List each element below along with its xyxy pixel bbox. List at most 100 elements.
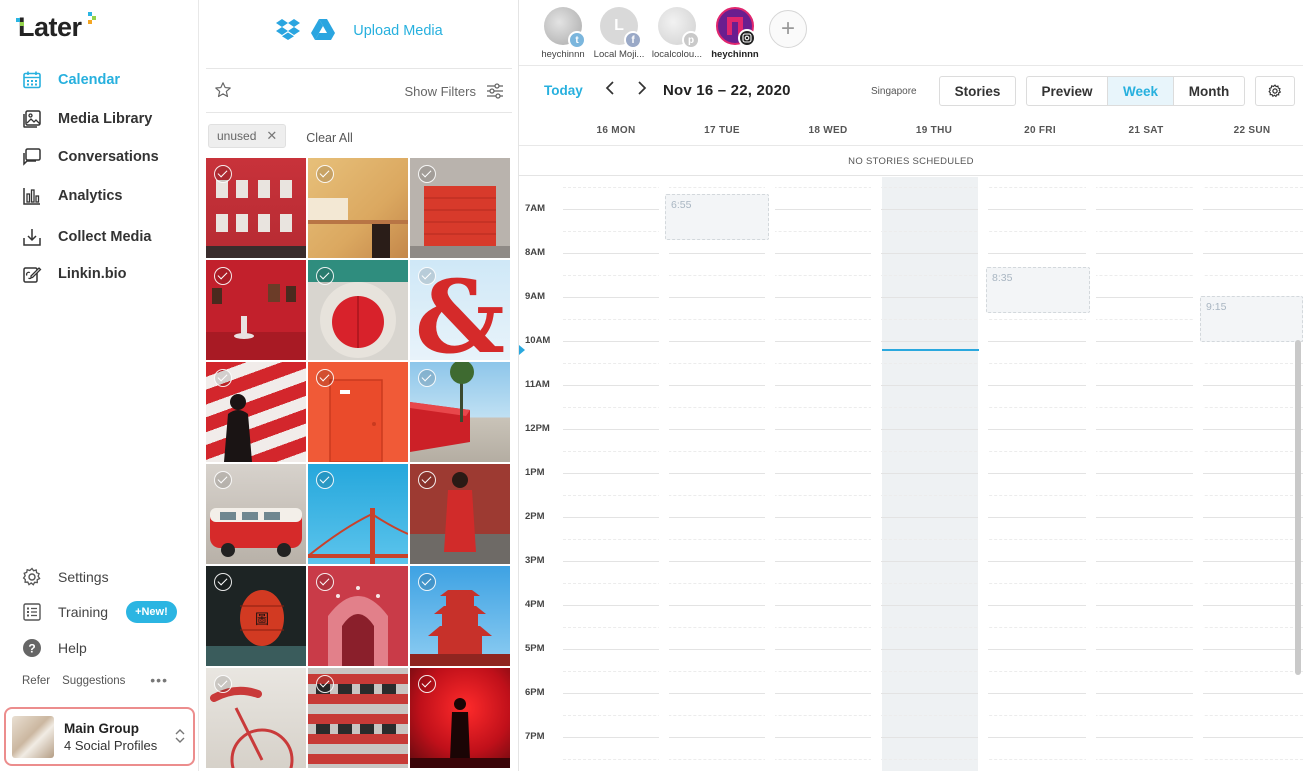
half-hour-line (563, 671, 1303, 672)
media-tile[interactable] (308, 260, 408, 360)
view-week-button[interactable]: Week (1107, 76, 1174, 106)
later-logo[interactable]: Later (16, 12, 96, 42)
sliders-icon[interactable] (486, 82, 504, 105)
image-icon (21, 108, 43, 130)
hour-label: 4PM (525, 599, 545, 610)
group-thumbnail (12, 715, 54, 758)
media-tile[interactable]: & (410, 260, 510, 360)
media-tile[interactable]: 圖 (206, 566, 306, 666)
clear-all-button[interactable]: Clear All (306, 131, 353, 145)
media-tile[interactable] (206, 260, 306, 360)
avatar: t (544, 7, 586, 49)
active-filters: unused ✕ Clear All (208, 124, 353, 148)
select-checkbox[interactable] (214, 471, 232, 489)
media-tile[interactable] (308, 158, 408, 258)
chevron-left-icon[interactable] (605, 80, 615, 101)
sidebar-item-help[interactable]: ? Help (21, 635, 87, 661)
select-checkbox[interactable] (418, 165, 436, 183)
svg-text:?: ? (28, 642, 35, 656)
calendar-settings-button[interactable] (1255, 76, 1295, 106)
half-hour-line (563, 759, 1303, 760)
media-tile[interactable] (206, 158, 306, 258)
media-tile[interactable] (308, 464, 408, 564)
sidebar-item-linkin-bio[interactable]: Linkin.bio (21, 261, 126, 287)
select-checkbox[interactable] (316, 675, 334, 693)
upload-media-button[interactable]: Upload Media (353, 23, 442, 39)
sidebar-item-training[interactable]: Training +New! (21, 599, 177, 625)
logo-pixels-left-icon (16, 18, 24, 26)
scheduled-slot[interactable]: 6:55 (665, 194, 769, 240)
add-profile-button[interactable]: + (769, 10, 807, 48)
dropbox-icon[interactable] (275, 18, 301, 45)
media-tile[interactable] (206, 464, 306, 564)
more-options-icon[interactable]: ••• (150, 672, 168, 688)
select-checkbox[interactable] (418, 675, 436, 693)
select-checkbox[interactable] (418, 573, 436, 591)
scrollbar[interactable] (1295, 340, 1301, 675)
select-checkbox[interactable] (418, 267, 436, 285)
select-checkbox[interactable] (316, 165, 334, 183)
select-checkbox[interactable] (214, 267, 232, 285)
sidebar-item-label: Media Library (58, 111, 153, 127)
media-tile[interactable] (410, 362, 510, 462)
star-icon[interactable] (214, 81, 232, 104)
hour-line (563, 737, 1303, 738)
half-hour-line (563, 583, 1303, 584)
scheduled-slot[interactable]: 9:15 (1200, 296, 1303, 342)
refer-link[interactable]: Refer (22, 675, 50, 687)
hour-label: 7PM (525, 731, 545, 742)
day-header: 17 TUE (704, 125, 740, 136)
filter-tag-label: unused (217, 129, 257, 143)
instagram-icon (738, 29, 756, 47)
stories-button[interactable]: Stories (939, 76, 1016, 106)
half-hour-line (563, 407, 1303, 408)
sidebar-item-label: Analytics (58, 188, 123, 204)
view-month-button[interactable]: Month (1173, 76, 1245, 106)
timezone-label[interactable]: Singapore (871, 86, 917, 97)
media-tile[interactable] (206, 362, 306, 462)
select-checkbox[interactable] (214, 165, 232, 183)
media-tile[interactable] (308, 362, 408, 462)
sidebar-item-settings[interactable]: Settings (21, 564, 109, 590)
select-checkbox[interactable] (316, 369, 334, 387)
profile-twitter[interactable]: t heychinnn (533, 7, 593, 60)
sidebar-item-analytics[interactable]: Analytics (21, 183, 122, 209)
select-checkbox[interactable] (214, 573, 232, 591)
select-checkbox[interactable] (316, 267, 334, 285)
media-tile[interactable] (410, 566, 510, 666)
sidebar-item-media-library[interactable]: Media Library (21, 106, 152, 132)
week-grid[interactable]: 7AM 8AM 9AM 10AM 11AM 12PM 1PM 2PM 3PM 4PM 5PM 6PM 7… (519, 177, 1303, 771)
select-checkbox[interactable] (214, 675, 232, 693)
select-checkbox[interactable] (418, 369, 436, 387)
scheduled-slot[interactable]: 8:35 (986, 267, 1090, 313)
select-checkbox[interactable] (316, 471, 334, 489)
suggestions-link[interactable]: Suggestions (62, 675, 125, 687)
profile-pinterest[interactable]: p localcolou... (647, 7, 707, 60)
profile-name: heychinnn (541, 49, 585, 60)
select-checkbox[interactable] (214, 369, 232, 387)
google-drive-icon[interactable] (311, 18, 336, 45)
bar-chart-icon (21, 185, 43, 207)
sidebar-item-collect-media[interactable]: Collect Media (21, 224, 151, 250)
media-tile[interactable] (410, 668, 510, 768)
view-preview-button[interactable]: Preview (1026, 76, 1108, 106)
today-button[interactable]: Today (544, 83, 583, 98)
media-tile[interactable] (206, 668, 306, 768)
media-tile[interactable] (308, 566, 408, 666)
media-tile[interactable] (410, 158, 510, 258)
hour-line (563, 561, 1303, 562)
sidebar-item-conversations[interactable]: Conversations (21, 144, 159, 170)
media-tile[interactable] (410, 464, 510, 564)
select-checkbox[interactable] (418, 471, 436, 489)
close-icon[interactable]: ✕ (266, 128, 277, 144)
social-profiles-bar: t heychinnn L f Local Moji... p localcol… (519, 0, 1303, 66)
show-filters-button[interactable]: Show Filters (404, 84, 476, 99)
gear-icon (1268, 84, 1282, 98)
chevron-right-icon[interactable] (637, 80, 647, 101)
profile-facebook[interactable]: L f Local Moji... (589, 7, 649, 60)
select-checkbox[interactable] (316, 573, 334, 591)
sidebar-item-calendar[interactable]: Calendar (21, 67, 120, 93)
media-tile[interactable] (308, 668, 408, 768)
group-switcher[interactable]: Main Group 4 Social Profiles (4, 707, 195, 766)
profile-instagram[interactable]: heychinnn (705, 7, 765, 60)
